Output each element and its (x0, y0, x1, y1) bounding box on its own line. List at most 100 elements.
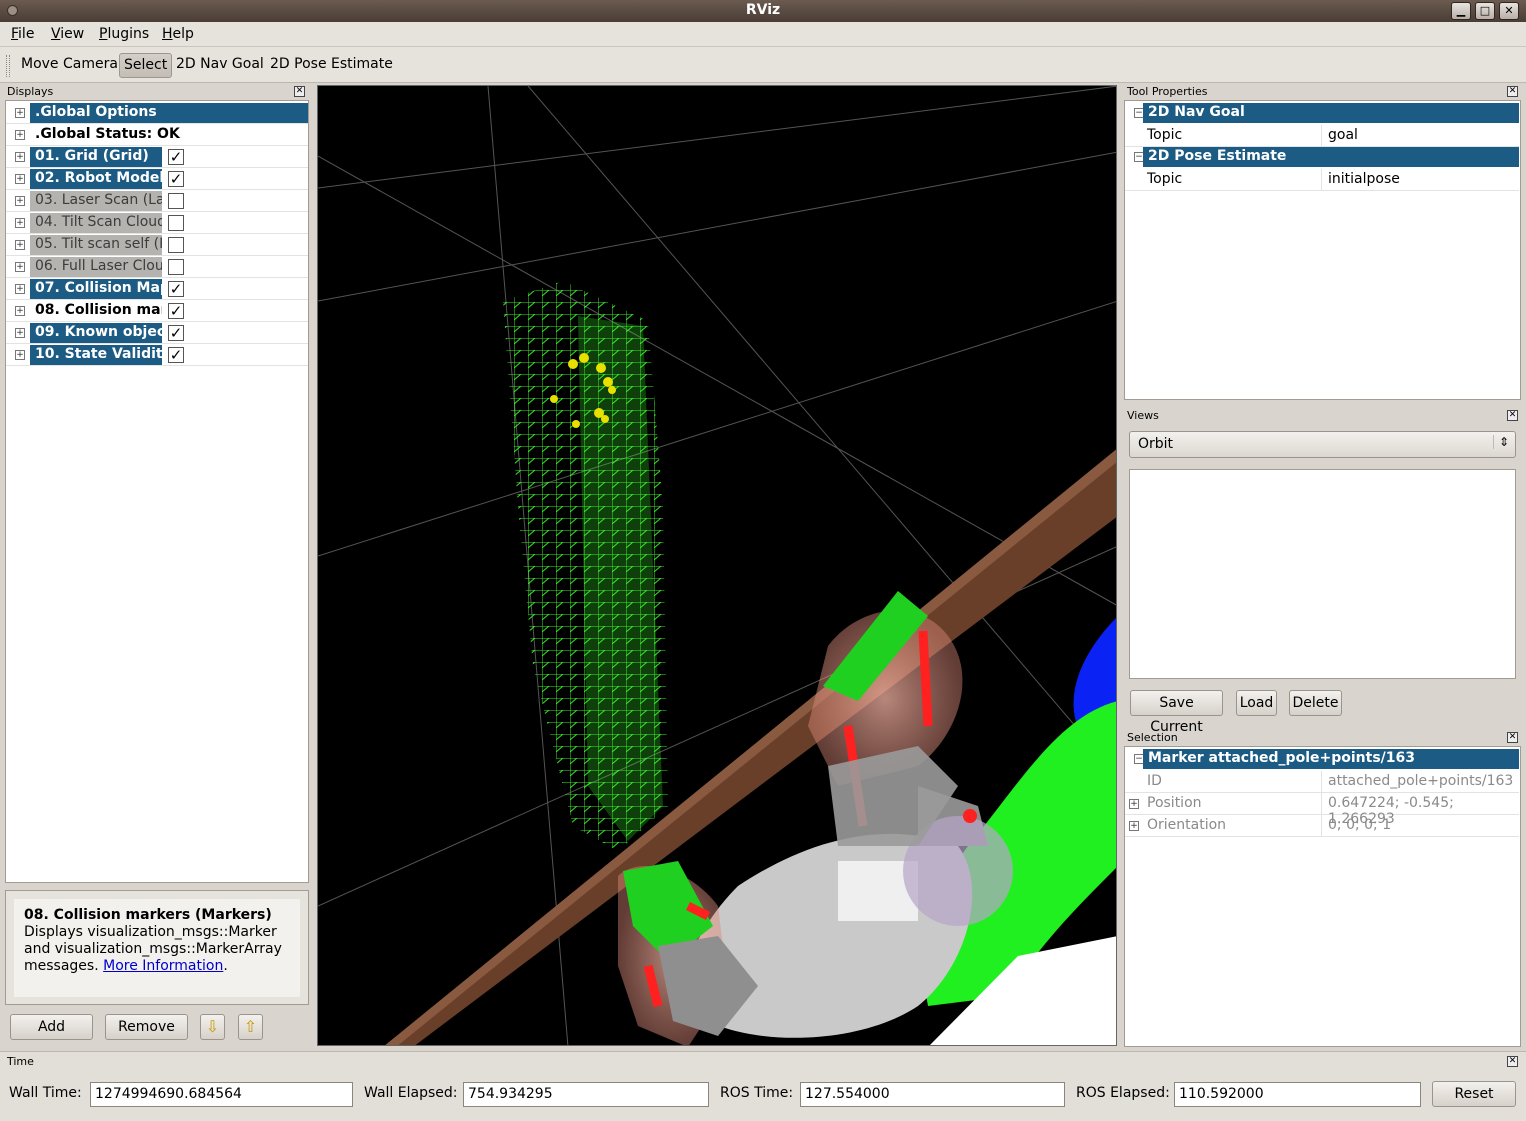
display-enabled-checkbox[interactable]: ✓ (168, 149, 184, 165)
display-row[interactable]: +04. Tilt Scan Cloud (6, 212, 308, 234)
selection-property-row[interactable]: ID attached_pole+points/163 (1125, 771, 1519, 793)
ros-elapsed-field[interactable]: 110.592000 (1174, 1082, 1421, 1107)
wall-time-field[interactable]: 1274994690.684564 (90, 1082, 353, 1107)
selection-header[interactable]: Marker attached_pole+points/163 (1143, 749, 1519, 769)
add-button[interactable]: Add (10, 1014, 93, 1040)
expand-icon[interactable]: + (15, 240, 25, 250)
display-row[interactable]: +02. Robot Model ✓ (6, 168, 308, 190)
wall-time-label: Wall Time: (9, 1085, 82, 1101)
display-row[interactable]: +03. Laser Scan (Las (6, 190, 308, 212)
remove-button[interactable]: Remove (105, 1014, 188, 1040)
wall-elapsed-field[interactable]: 754.934295 (463, 1082, 709, 1107)
views-title: Views (1127, 409, 1159, 422)
selection-property-row[interactable]: + Orientation 0; 0; 0; 1 (1125, 815, 1519, 837)
display-row[interactable]: +06. Full Laser Cloud (6, 256, 308, 278)
expand-icon[interactable]: + (15, 196, 25, 206)
expand-icon[interactable]: + (15, 306, 25, 316)
display-label[interactable]: 07. Collision Map (30, 279, 162, 299)
expand-icon[interactable]: + (15, 108, 25, 118)
tool-move-camera[interactable]: Move Camera (17, 53, 122, 78)
displays-tree[interactable]: + .Global Options + .Global Status: OK +01. … (5, 100, 309, 883)
display-row[interactable]: +09. Known object ✓ (6, 322, 308, 344)
menu-help[interactable]: Help (162, 26, 194, 42)
ros-time-field[interactable]: 127.554000 (800, 1082, 1065, 1107)
close-icon[interactable]: ✕ (1499, 2, 1519, 20)
display-label[interactable]: 03. Laser Scan (Las (30, 191, 162, 211)
menu-plugins[interactable]: Plugins (99, 26, 149, 42)
expand-icon[interactable]: + (15, 328, 25, 338)
expand-icon[interactable]: + (15, 350, 25, 360)
time-close-icon[interactable]: ✕ (1507, 1056, 1518, 1067)
display-label[interactable]: 08. Collision mar (30, 301, 162, 321)
ros-time-label: ROS Time: (720, 1085, 794, 1101)
render-viewport[interactable] (317, 85, 1117, 1046)
property-value[interactable]: goal (1328, 127, 1358, 143)
toolbar-grip-icon[interactable] (6, 55, 10, 77)
display-label[interactable]: 02. Robot Model (30, 169, 162, 189)
save-current-button[interactable]: Save Current (1130, 690, 1223, 735)
display-label[interactable]: 10. State Validity (30, 345, 162, 365)
time-panel: Time ✕ Wall Time: 1274994690.684564 Wall… (0, 1051, 1526, 1121)
selection-property-row[interactable]: + Position 0.647224; -0.545; 1.266293 (1125, 793, 1519, 827)
display-row[interactable]: + .Global Options (6, 102, 308, 124)
display-label[interactable]: 06. Full Laser Cloud (30, 257, 162, 277)
pose-estimate-topic-row[interactable]: Topic initialpose (1125, 169, 1519, 191)
tool-properties-close-icon[interactable]: ✕ (1507, 86, 1518, 97)
time-title: Time (7, 1055, 34, 1068)
display-row[interactable]: +01. Grid (Grid) ✓ (6, 146, 308, 168)
display-enabled-checkbox[interactable] (168, 259, 184, 275)
menu-file[interactable]: File (11, 26, 34, 42)
nav-goal-topic-row[interactable]: Topic goal (1125, 125, 1519, 147)
move-down-icon[interactable]: ⇩ (200, 1014, 225, 1040)
tool-2d-pose-estimate[interactable]: 2D Pose Estimate (266, 53, 397, 78)
display-enabled-checkbox[interactable]: ✓ (168, 171, 184, 187)
expand-icon[interactable]: + (15, 262, 25, 272)
reset-button[interactable]: Reset (1432, 1081, 1516, 1107)
ros-elapsed-label: ROS Elapsed: (1076, 1085, 1170, 1101)
tool-properties-title: Tool Properties (1127, 85, 1208, 98)
display-label[interactable]: .Global Options (30, 103, 308, 123)
view-type-value: Orbit (1138, 436, 1174, 452)
display-enabled-checkbox[interactable]: ✓ (168, 347, 184, 363)
minimize-icon[interactable]: ▁ (1451, 2, 1471, 20)
expand-icon[interactable]: + (1129, 821, 1139, 831)
tool-2d-nav-goal[interactable]: 2D Nav Goal (172, 53, 268, 78)
more-information-link[interactable]: More Information (103, 958, 223, 974)
display-enabled-checkbox[interactable] (168, 193, 184, 209)
group-2d-pose-estimate[interactable]: 2D Pose Estimate (1143, 147, 1519, 167)
display-label[interactable]: 01. Grid (Grid) (30, 147, 162, 167)
expand-icon[interactable]: + (15, 152, 25, 162)
expand-icon[interactable]: + (15, 218, 25, 228)
display-enabled-checkbox[interactable] (168, 237, 184, 253)
display-row[interactable]: +07. Collision Map ✓ (6, 278, 308, 300)
display-row[interactable]: +08. Collision mar ✓ (6, 300, 308, 322)
views-close-icon[interactable]: ✕ (1507, 410, 1518, 421)
expand-icon[interactable]: + (15, 174, 25, 184)
display-label[interactable]: 05. Tilt scan self (P (30, 235, 162, 255)
display-label[interactable]: 09. Known object (30, 323, 162, 343)
display-label[interactable]: .Global Status: OK (30, 125, 308, 145)
expand-icon[interactable]: + (1129, 799, 1139, 809)
delete-button[interactable]: Delete (1289, 690, 1342, 716)
move-up-icon[interactable]: ⇧ (238, 1014, 263, 1040)
expand-icon[interactable]: + (15, 130, 25, 140)
display-row[interactable]: +05. Tilt scan self (P (6, 234, 308, 256)
selection-close-icon[interactable]: ✕ (1507, 732, 1518, 743)
tool-select[interactable]: Select (119, 53, 173, 78)
saved-views-list[interactable] (1129, 469, 1516, 679)
display-label[interactable]: 04. Tilt Scan Cloud (30, 213, 162, 233)
maximize-icon[interactable]: □ (1475, 2, 1495, 20)
displays-close-icon[interactable]: ✕ (294, 86, 305, 97)
display-row[interactable]: +10. State Validity ✓ (6, 344, 308, 366)
expand-icon[interactable]: + (15, 284, 25, 294)
display-enabled-checkbox[interactable] (168, 215, 184, 231)
display-enabled-checkbox[interactable]: ✓ (168, 325, 184, 341)
display-row[interactable]: + .Global Status: OK (6, 124, 308, 146)
load-button[interactable]: Load (1236, 690, 1277, 716)
property-value[interactable]: initialpose (1328, 171, 1400, 187)
view-type-select[interactable]: Orbit ⇕ (1129, 431, 1516, 458)
menu-view[interactable]: View (51, 26, 84, 42)
group-2d-nav-goal[interactable]: 2D Nav Goal (1143, 103, 1519, 123)
display-enabled-checkbox[interactable]: ✓ (168, 281, 184, 297)
display-enabled-checkbox[interactable]: ✓ (168, 303, 184, 319)
